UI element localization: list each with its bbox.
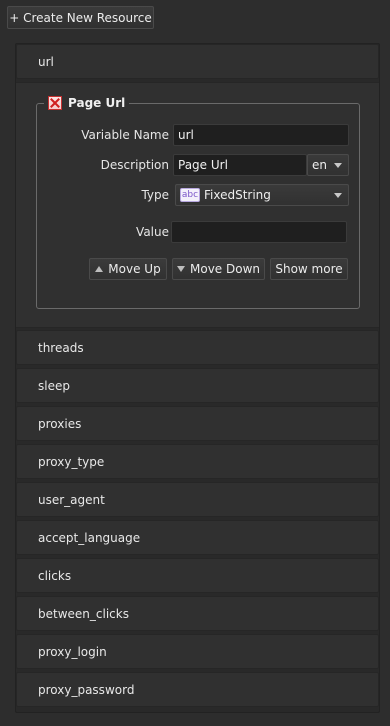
resource-row-sleep[interactable]: sleep: [16, 368, 379, 403]
language-select-value: en: [312, 158, 327, 172]
type-select[interactable]: abc FixedString: [175, 184, 349, 206]
description-label: Description: [100, 158, 169, 172]
value-input[interactable]: [171, 221, 347, 243]
resource-row-label: user_agent: [38, 492, 105, 507]
variable-name-label: Variable Name: [81, 128, 169, 142]
resource-row-url[interactable]: url: [16, 44, 379, 79]
show-more-label: Show more: [275, 262, 343, 276]
resource-editor-panel: Page Url Variable Name url Description P…: [16, 82, 379, 328]
resource-row-between-clicks[interactable]: between_clicks: [16, 596, 379, 631]
type-label: Type: [141, 188, 169, 202]
create-new-resource-button[interactable]: + Create New Resource: [7, 6, 154, 29]
resource-row-label: between_clicks: [38, 606, 129, 621]
resources-panel: + Create New Resource url Page Url Varia…: [0, 0, 390, 726]
type-select-value: FixedString: [204, 188, 271, 202]
resource-row-label: sleep: [38, 378, 70, 393]
resource-row-threads[interactable]: threads: [16, 330, 379, 365]
resource-row-proxies[interactable]: proxies: [16, 406, 379, 441]
arrow-down-icon: [177, 266, 185, 272]
resource-row-accept-language[interactable]: accept_language: [16, 520, 379, 555]
resource-row-proxy-type[interactable]: proxy_type: [16, 444, 379, 479]
move-up-button[interactable]: Move Up: [89, 258, 167, 280]
resource-row-label: threads: [38, 340, 84, 355]
language-select[interactable]: en: [307, 154, 349, 176]
resource-row-label: proxy_type: [38, 454, 105, 469]
show-more-button[interactable]: Show more: [270, 258, 348, 280]
resource-row-label: accept_language: [38, 530, 141, 545]
resource-list: url Page Url Variable Name url Descripti…: [15, 43, 380, 713]
move-up-label: Move Up: [108, 262, 161, 276]
resource-row-label: clicks: [38, 568, 72, 583]
value-label: Value: [136, 225, 169, 239]
resource-editor-groupbox: Page Url Variable Name url Description P…: [36, 94, 360, 309]
arrow-up-icon: [95, 266, 104, 272]
description-input[interactable]: Page Url: [173, 154, 307, 176]
chevron-down-icon: [334, 193, 342, 198]
move-down-button[interactable]: Move Down: [172, 258, 265, 280]
variable-name-input[interactable]: url: [173, 124, 349, 146]
move-down-label: Move Down: [190, 262, 260, 276]
resource-row-label: proxy_login: [38, 644, 107, 659]
resource-row-label: proxy_password: [38, 682, 135, 697]
chevron-down-icon: [334, 163, 342, 168]
resource-row-proxy-login[interactable]: proxy_login: [16, 634, 379, 669]
editor-title-bar: Page Url: [44, 94, 130, 112]
resource-row-proxy-password[interactable]: proxy_password: [16, 672, 379, 707]
abc-string-type-icon: abc: [180, 188, 200, 202]
remove-resource-icon[interactable]: [48, 96, 62, 110]
resource-row-clicks[interactable]: clicks: [16, 558, 379, 593]
editor-title: Page Url: [68, 96, 126, 110]
resource-row-label: url: [38, 54, 54, 69]
resource-row-label: proxies: [38, 416, 82, 431]
resource-row-user-agent[interactable]: user_agent: [16, 482, 379, 517]
